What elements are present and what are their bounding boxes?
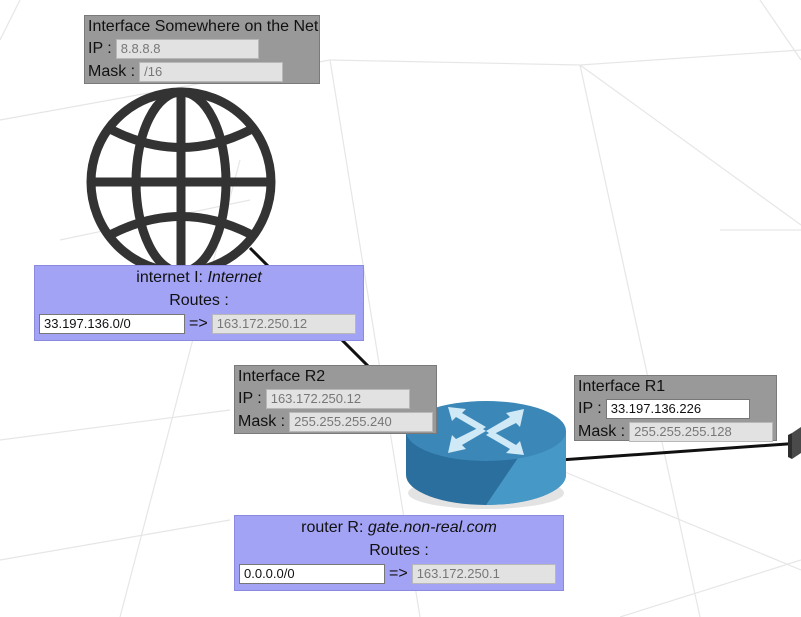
interface-r1-panel: Interface R1 IP : 33.197.136.226 Mask : …: [574, 375, 777, 442]
router-route-destination-input[interactable]: 0.0.0.0/0: [239, 564, 385, 584]
internet-route-gateway-field[interactable]: 163.172.250.12: [211, 314, 356, 334]
interface-r1-mask-field[interactable]: 255.255.255.128: [629, 421, 773, 442]
globe-icon[interactable]: [84, 85, 278, 279]
mask-label: Mask :: [88, 62, 136, 80]
route-arrow: =>: [389, 565, 408, 582]
link-router-switch: [559, 441, 801, 462]
internet-node-title: internet I: Internet: [35, 266, 363, 290]
interface-r2-panel: Interface R2 IP : 163.172.250.12 Mask : …: [234, 365, 437, 434]
router-route-row: 0.0.0.0/0 => 163.172.250.1: [235, 562, 563, 586]
interface-r2-title: Interface R2: [238, 368, 326, 385]
mask-label: Mask :: [578, 422, 626, 440]
ip-label: IP :: [238, 389, 262, 407]
interface-net-mask-field[interactable]: /16: [139, 61, 284, 82]
interface-net-panel: Interface Somewhere on the Net IP : 8.8.…: [84, 15, 320, 84]
interface-r1-title: Interface R1: [578, 378, 666, 395]
interface-net-ip-field[interactable]: 8.8.8.8: [115, 38, 259, 59]
switch-icon[interactable]: [788, 425, 801, 465]
router-node-name: gate.non-real.com: [367, 519, 497, 536]
internet-node-title-prefix: internet I:: [136, 269, 208, 286]
internet-route-row: 33.197.136.0/0 => 163.172.250.12: [35, 312, 363, 336]
mask-label: Mask :: [238, 412, 286, 430]
interface-net-title: Interface Somewhere on the Net: [88, 18, 319, 35]
router-node-title: router R: gate.non-real.com: [235, 516, 563, 540]
route-arrow: =>: [189, 315, 208, 332]
router-route-gateway-field[interactable]: 163.172.250.1: [411, 564, 556, 584]
interface-r1-ip-input[interactable]: 33.197.136.226: [605, 398, 750, 419]
router-node-title-prefix: router R:: [301, 519, 368, 536]
router-routes-label: Routes :: [369, 542, 429, 559]
internet-node-panel: internet I: Internet Routes : 33.197.136…: [34, 265, 364, 341]
ip-label: IP :: [578, 399, 602, 417]
interface-r2-mask-field[interactable]: 255.255.255.240: [289, 411, 433, 432]
internet-route-destination-input[interactable]: 33.197.136.0/0: [39, 314, 185, 334]
router-node-panel: router R: gate.non-real.com Routes : 0.0…: [234, 515, 564, 591]
ip-label: IP :: [88, 39, 112, 57]
internet-node-name: Internet: [207, 269, 262, 286]
internet-routes-label: Routes :: [169, 292, 229, 309]
interface-r2-ip-field[interactable]: 163.172.250.12: [265, 388, 410, 409]
